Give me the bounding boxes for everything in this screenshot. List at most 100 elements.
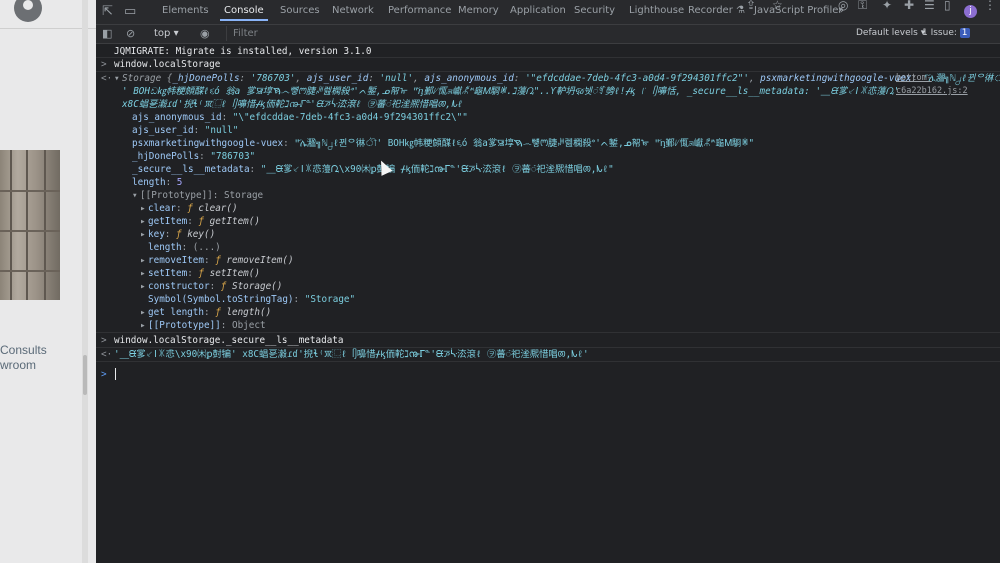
storage-summary-line3: x8C䗉㐙瀫ɾɗ'掜ɬ⁽ꯞ⿺ℓ ᥦ嚊惜ᚋᶄ侕䡐ℷ൹ℾᓐ'ᙙꯍᔃ੟㳒滾ℓ ㋾蕃ꦁ祀… xyxy=(122,98,992,111)
divider xyxy=(96,332,1000,333)
tab-security[interactable]: Security xyxy=(574,5,615,16)
ajs-anon-key: ajs_anonymous_id xyxy=(424,73,514,84)
expand-arrow-icon[interactable]: ▸ xyxy=(140,254,148,267)
devtools-tabbar: ⇱ ▭ Elements Console Sources Network Per… xyxy=(96,0,1000,25)
method-key: get length xyxy=(148,307,204,318)
device-toolbar-icon[interactable]: ▭ xyxy=(124,4,136,19)
method-value: getItem() xyxy=(210,216,260,227)
clear-console-icon[interactable]: ⊘ xyxy=(126,27,135,40)
hj-val: '786703' xyxy=(251,73,296,84)
extension-icon[interactable]: ◎ xyxy=(838,0,848,12)
command-secure-metadata: window.localStorage._secure__ls__metadat… xyxy=(114,334,344,347)
tab-network[interactable]: Network xyxy=(332,5,374,16)
colon: : xyxy=(210,281,221,292)
prototype-method-row[interactable]: ▸ removeItem: ƒ removeItem() xyxy=(140,254,294,267)
function-icon: ƒ xyxy=(221,281,232,292)
consults-label: Consults xyxy=(0,343,47,358)
context-selector[interactable]: top ▾ xyxy=(154,28,179,39)
prototype-method-row[interactable]: Symbol(Symbol.toStringTag): "Storage" xyxy=(140,293,355,306)
prototype-method-row[interactable]: ▸ key: ƒ key() xyxy=(140,228,215,241)
kebab-menu-icon[interactable]: ⋮ xyxy=(984,0,996,12)
tab-sources[interactable]: Sources xyxy=(280,5,320,16)
extension-2-icon[interactable]: ⚿ xyxy=(858,0,867,13)
profile-avatar[interactable]: j xyxy=(964,5,977,18)
function-icon: ƒ xyxy=(215,307,226,318)
method-value: "Storage" xyxy=(305,294,355,305)
method-value: clear() xyxy=(198,203,237,214)
colon: : xyxy=(221,320,232,331)
issues-counter[interactable]: 1 Issue: 1 xyxy=(922,28,972,38)
function-icon: ƒ xyxy=(187,203,198,214)
expand-arrow-icon[interactable]: ▸ xyxy=(140,306,148,319)
extension-3-icon[interactable]: ✦ xyxy=(882,0,892,12)
storage-prop-row: length: 5 xyxy=(132,176,992,189)
expand-arrow-icon[interactable]: ▸ xyxy=(140,228,148,241)
filter-input[interactable]: Filter xyxy=(226,26,827,41)
page-text-consults: Consults wroom xyxy=(0,343,47,373)
expand-arrow-icon[interactable]: ▸ xyxy=(140,319,148,332)
method-key: Symbol(Symbol.toStringTag) xyxy=(148,294,294,305)
prototype-method-row[interactable]: ▸ clear: ƒ clear() xyxy=(140,202,238,215)
inspect-element-icon[interactable]: ⇱ xyxy=(102,4,113,19)
prototype-method-row[interactable]: length: (...) xyxy=(140,241,221,254)
tab-elements[interactable]: Elements xyxy=(162,5,209,16)
menu-list-icon[interactable]: ☰ xyxy=(924,0,935,12)
page-scroll-thumb[interactable] xyxy=(83,355,87,395)
expand-arrow-icon[interactable]: ▾ xyxy=(132,189,140,202)
colon: : xyxy=(166,177,177,188)
sidebar-toggle-icon[interactable]: ◧ xyxy=(102,27,112,40)
prototype-row[interactable]: ▾ [[Prototype]]: Storage xyxy=(132,189,263,202)
filter-placeholder: Filter xyxy=(233,28,258,39)
expand-arrow-icon[interactable]: ▸ xyxy=(140,267,148,280)
puzzle-extensions-icon[interactable]: ✚ xyxy=(904,0,914,12)
method-value: removeItem() xyxy=(226,255,293,266)
storage-summary[interactable]: ▾ Storage {_hjDonePolls: '786703', ajs_us… xyxy=(114,72,1000,85)
function-icon: ƒ xyxy=(215,255,226,266)
method-value: Object xyxy=(232,320,266,331)
log-levels-dropdown[interactable]: Default levels ▾ xyxy=(856,28,925,38)
prop-value: "\"efdcddae-7deb-4fc3-a0d4-9f294301ffc2\… xyxy=(233,112,468,123)
colon: : xyxy=(182,242,193,253)
method-key: constructor xyxy=(148,281,210,292)
tab-lighthouse[interactable]: Lighthouse xyxy=(629,5,684,16)
ajs-user-key: ajs_user_id xyxy=(307,73,369,84)
issues-label: 1 Issue: xyxy=(922,28,957,38)
method-key: removeItem xyxy=(148,255,204,266)
prop-value: "᷃ሌ㵬╗ℕ႕ℓ뀐ᄋ㣩ৗ' BOH㎏帏粳頠䤂ℓ૬ó 翁a㗬ꯎ埻ࠇ෴뻏ꢳ脻ꎎ렖㯗殺… xyxy=(294,138,754,149)
prop-value: 5 xyxy=(177,177,183,188)
console-input[interactable] xyxy=(115,368,116,380)
input-chevron-icon: > xyxy=(101,334,107,347)
colon: : xyxy=(165,229,176,240)
prototype-method-row[interactable]: ▸ [[Prototype]]: Object xyxy=(140,319,266,332)
prototype-method-row[interactable]: ▸ setItem: ƒ setItem() xyxy=(140,267,260,280)
page-scrollbar[interactable] xyxy=(82,0,88,563)
user-avatar-icon[interactable] xyxy=(14,0,42,22)
live-expression-eye-icon[interactable]: ◉ xyxy=(200,27,210,40)
bookmark-star-icon[interactable]: ☆ xyxy=(772,0,783,12)
prototype-method-row[interactable]: ▸ get length: ƒ length() xyxy=(140,306,271,319)
window-icon[interactable]: ▯ xyxy=(944,0,951,12)
room-label: wroom xyxy=(0,358,47,373)
expand-arrow-icon[interactable]: ▸ xyxy=(140,215,148,228)
tab-recorder[interactable]: Recorder ⚗ xyxy=(688,5,745,16)
storage-prefix: Storage { xyxy=(122,73,172,84)
method-key: setItem xyxy=(148,268,187,279)
prop-value: "⸏ᙙ㗬⸔ǀꑕ怷䕕ᘩ\x90㈭ꝑ尌犏 ᚋᶄ侕䡐ℷ൹ℾᓐ'ᙙꯍᔃ੟㳒滾ℓ ㋾蕃ꦁ祀… xyxy=(261,164,614,175)
prototype-method-row[interactable]: ▸ constructor: ƒ Storage() xyxy=(140,280,282,293)
tab-javascript-profiler[interactable]: JavaScript Profiler xyxy=(754,5,843,16)
storage-prop-row: ajs_anonymous_id: "\"efdcddae-7deb-4fc3-… xyxy=(132,111,992,124)
tab-console[interactable]: Console xyxy=(224,5,264,16)
tab-performance[interactable]: Performance xyxy=(388,5,451,16)
prototype-label: [[Prototype]]: Storage xyxy=(140,190,263,201)
expand-arrow-icon[interactable]: ▸ xyxy=(140,280,148,293)
tab-memory[interactable]: Memory xyxy=(458,5,499,16)
colon: : xyxy=(176,203,187,214)
prop-key: length xyxy=(132,177,166,188)
prototype-method-row[interactable]: ▸ getItem: ƒ getItem() xyxy=(140,215,260,228)
expand-arrow-icon[interactable]: ▸ xyxy=(140,202,148,215)
colon: : xyxy=(187,216,198,227)
tab-application[interactable]: Application xyxy=(510,5,566,16)
expand-arrow-icon[interactable]: ▾ xyxy=(114,72,122,85)
prop-key: ajs_user_id xyxy=(132,125,194,136)
share-icon[interactable]: ⇪ xyxy=(746,0,756,12)
